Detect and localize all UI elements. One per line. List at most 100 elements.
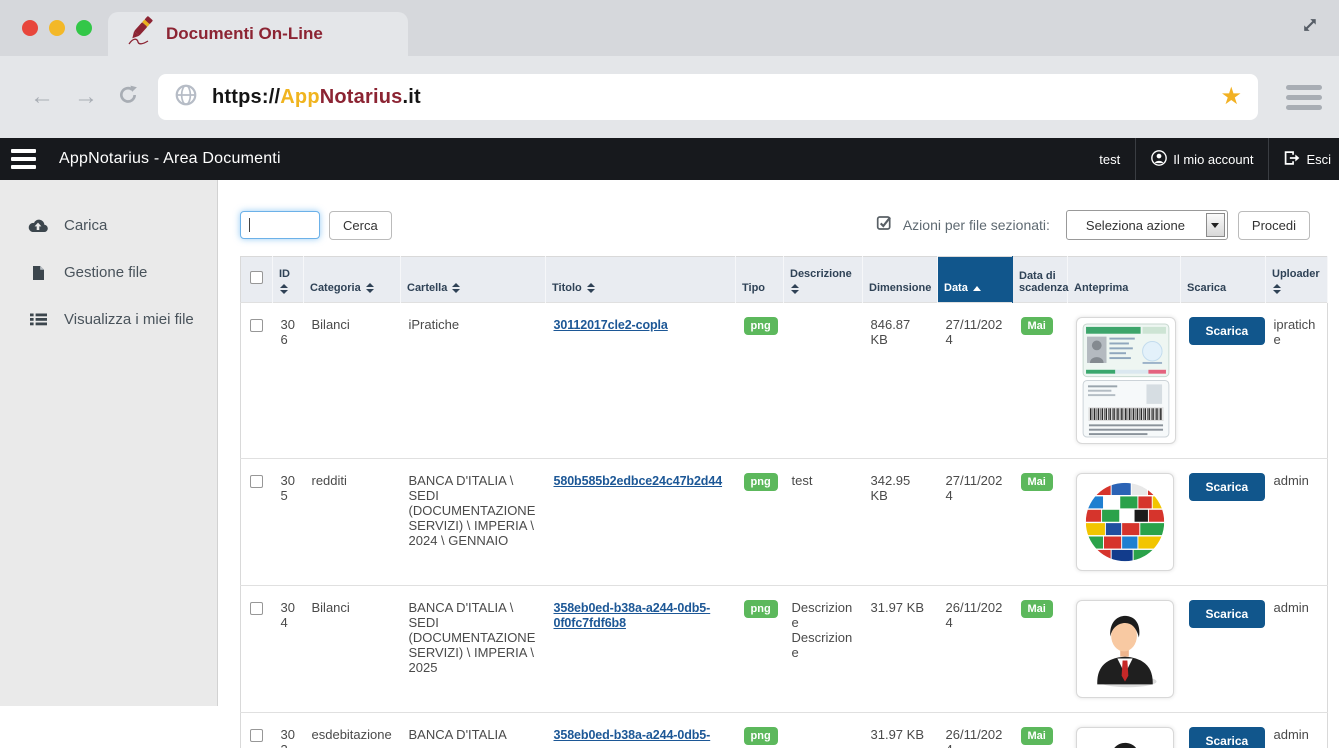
file-title-link[interactable]: 358eb0ed-b38a-a244-0db5-0f0fc7fdf6b8 <box>554 601 711 630</box>
expiry-badge: Mai <box>1021 473 1053 491</box>
file-title-link[interactable]: 358eb0ed-b38a-a244-0db5- <box>554 728 711 742</box>
col-header-uploader[interactable]: Uploader <box>1266 257 1328 303</box>
browser-window: Documenti On-Line ← → <box>0 0 1339 748</box>
col-header-scarica: Scarica <box>1181 257 1266 303</box>
account-menu-item[interactable]: Il mio account <box>1135 138 1268 180</box>
globe-icon <box>174 83 198 112</box>
user-circle-icon <box>1151 150 1167 169</box>
col-header-categoria[interactable]: Categoria <box>304 257 401 303</box>
col-header-cartella[interactable]: Cartella <box>401 257 546 303</box>
expiry-badge: Mai <box>1021 317 1053 335</box>
proceed-button[interactable]: Procedi <box>1238 211 1310 240</box>
cell-dimensione: 846.87 KB <box>863 303 938 459</box>
cell-uploader: admin <box>1266 586 1328 713</box>
search-button[interactable]: Cerca <box>329 211 392 240</box>
close-window-button[interactable] <box>22 20 38 36</box>
table-header-row: ID Categoria Cartella Titolo <box>241 257 1328 303</box>
row-checkbox[interactable] <box>250 602 263 615</box>
action-select[interactable]: Seleziona azione <box>1066 210 1228 240</box>
cell-uploader: admin <box>1266 459 1328 586</box>
cell-cartella: BANCA D'ITALIA \ SEDI (DOCUMENTAZIONE SE… <box>401 586 546 713</box>
id-card-preview[interactable] <box>1076 317 1176 444</box>
select-all-header <box>241 257 273 303</box>
sort-icon <box>280 284 288 294</box>
browser-title-bar: Documenti On-Line <box>0 0 1339 56</box>
forward-icon[interactable]: → <box>74 85 98 109</box>
browser-toolbar: ← → https://AppNotarius.it ★ <box>0 56 1339 138</box>
select-all-checkbox[interactable] <box>250 271 263 284</box>
file-icon <box>28 265 48 281</box>
browser-menu-icon[interactable] <box>1286 85 1322 110</box>
sidebar-item-visualizza-file[interactable]: Visualizza i miei file <box>0 296 217 343</box>
cell-id: 303 <box>273 713 304 748</box>
cell-data: 26/11/2024 <box>938 586 1013 713</box>
sign-out-icon <box>1284 150 1300 169</box>
cell-id: 304 <box>273 586 304 713</box>
filetype-badge: png <box>744 727 778 745</box>
file-title-link[interactable]: 30112017cle2-copla <box>554 318 668 332</box>
back-icon[interactable]: ← <box>30 85 54 109</box>
file-title-link[interactable]: 580b585b2edbce24c47b2d44 <box>554 474 723 488</box>
reload-icon[interactable] <box>118 85 138 110</box>
cell-cartella: BANCA D'ITALIA <box>401 713 546 748</box>
col-header-data-active-sort[interactable]: Data <box>938 257 1013 303</box>
address-bar[interactable]: https://AppNotarius.it ★ <box>158 74 1258 120</box>
logout-menu-item[interactable]: Esci <box>1268 138 1339 180</box>
flag-globe-preview[interactable] <box>1076 473 1174 571</box>
cell-categoria: esdebitazione <box>304 713 401 748</box>
expand-icon[interactable] <box>1301 16 1319 34</box>
cell-uploader: ipratiche <box>1266 303 1328 459</box>
cell-categoria: Bilanci <box>304 586 401 713</box>
row-checkbox[interactable] <box>250 319 263 332</box>
sidebar-toggle-icon[interactable] <box>0 138 48 180</box>
row-checkbox[interactable] <box>250 729 263 742</box>
maximize-window-button[interactable] <box>76 20 92 36</box>
sidebar-item-gestione-file[interactable]: Gestione file <box>0 249 217 296</box>
col-header-descrizione[interactable]: Descrizione <box>784 257 863 303</box>
col-header-tipo: Tipo <box>736 257 784 303</box>
search-input[interactable] <box>240 211 320 239</box>
browser-tab[interactable]: Documenti On-Line <box>108 12 408 56</box>
cell-data: 27/11/2024 <box>938 459 1013 586</box>
bookmark-star-icon[interactable]: ★ <box>1220 85 1242 109</box>
sidebar-item-carica[interactable]: Carica <box>0 202 217 249</box>
sort-icon <box>366 283 374 293</box>
row-checkbox[interactable] <box>250 475 263 488</box>
download-button[interactable]: Scarica <box>1189 727 1266 748</box>
cell-categoria: redditi <box>304 459 401 586</box>
cell-dimensione: 31.97 KB <box>863 586 938 713</box>
tab-title: Documenti On-Line <box>166 24 323 44</box>
list-icon <box>28 313 48 326</box>
cell-data: 27/11/2024 <box>938 303 1013 459</box>
text-cursor <box>249 218 250 232</box>
table-row: 303 esdebitazione BANCA D'ITALIA 358eb0e… <box>241 713 1328 748</box>
cell-descrizione <box>784 713 863 748</box>
sort-asc-icon <box>973 286 981 291</box>
minimize-window-button[interactable] <box>49 20 65 36</box>
cell-uploader: admin <box>1266 713 1328 748</box>
cell-id: 305 <box>273 459 304 586</box>
col-header-titolo[interactable]: Titolo <box>546 257 736 303</box>
cell-dimensione: 31.97 KB <box>863 713 938 748</box>
cell-descrizione: Descrizione Descrizione <box>784 586 863 713</box>
cell-descrizione <box>784 303 863 459</box>
sort-icon <box>452 283 460 293</box>
download-button[interactable]: Scarica <box>1189 473 1266 501</box>
businessman-preview[interactable] <box>1076 727 1174 748</box>
cell-descrizione: test <box>784 459 863 586</box>
download-button[interactable]: Scarica <box>1189 600 1266 628</box>
app-title: AppNotarius - Area Documenti <box>59 150 281 168</box>
download-button[interactable]: Scarica <box>1189 317 1266 345</box>
cell-data: 26/11/2024 <box>938 713 1013 748</box>
cell-cartella: iPratiche <box>401 303 546 459</box>
cell-categoria: Bilanci <box>304 303 401 459</box>
businessman-preview[interactable] <box>1076 600 1174 698</box>
filetype-badge: png <box>744 317 778 335</box>
col-header-id[interactable]: ID <box>273 257 304 303</box>
cell-id: 306 <box>273 303 304 459</box>
cell-cartella: BANCA D'ITALIA \ SEDI (DOCUMENTAZIONE SE… <box>401 459 546 586</box>
actions-label: Azioni per file sezionati: <box>903 217 1050 233</box>
filetype-badge: png <box>744 473 778 491</box>
col-header-dimensione: Dimensione <box>863 257 938 303</box>
col-header-scadenza: Data di scadenza <box>1013 257 1068 303</box>
